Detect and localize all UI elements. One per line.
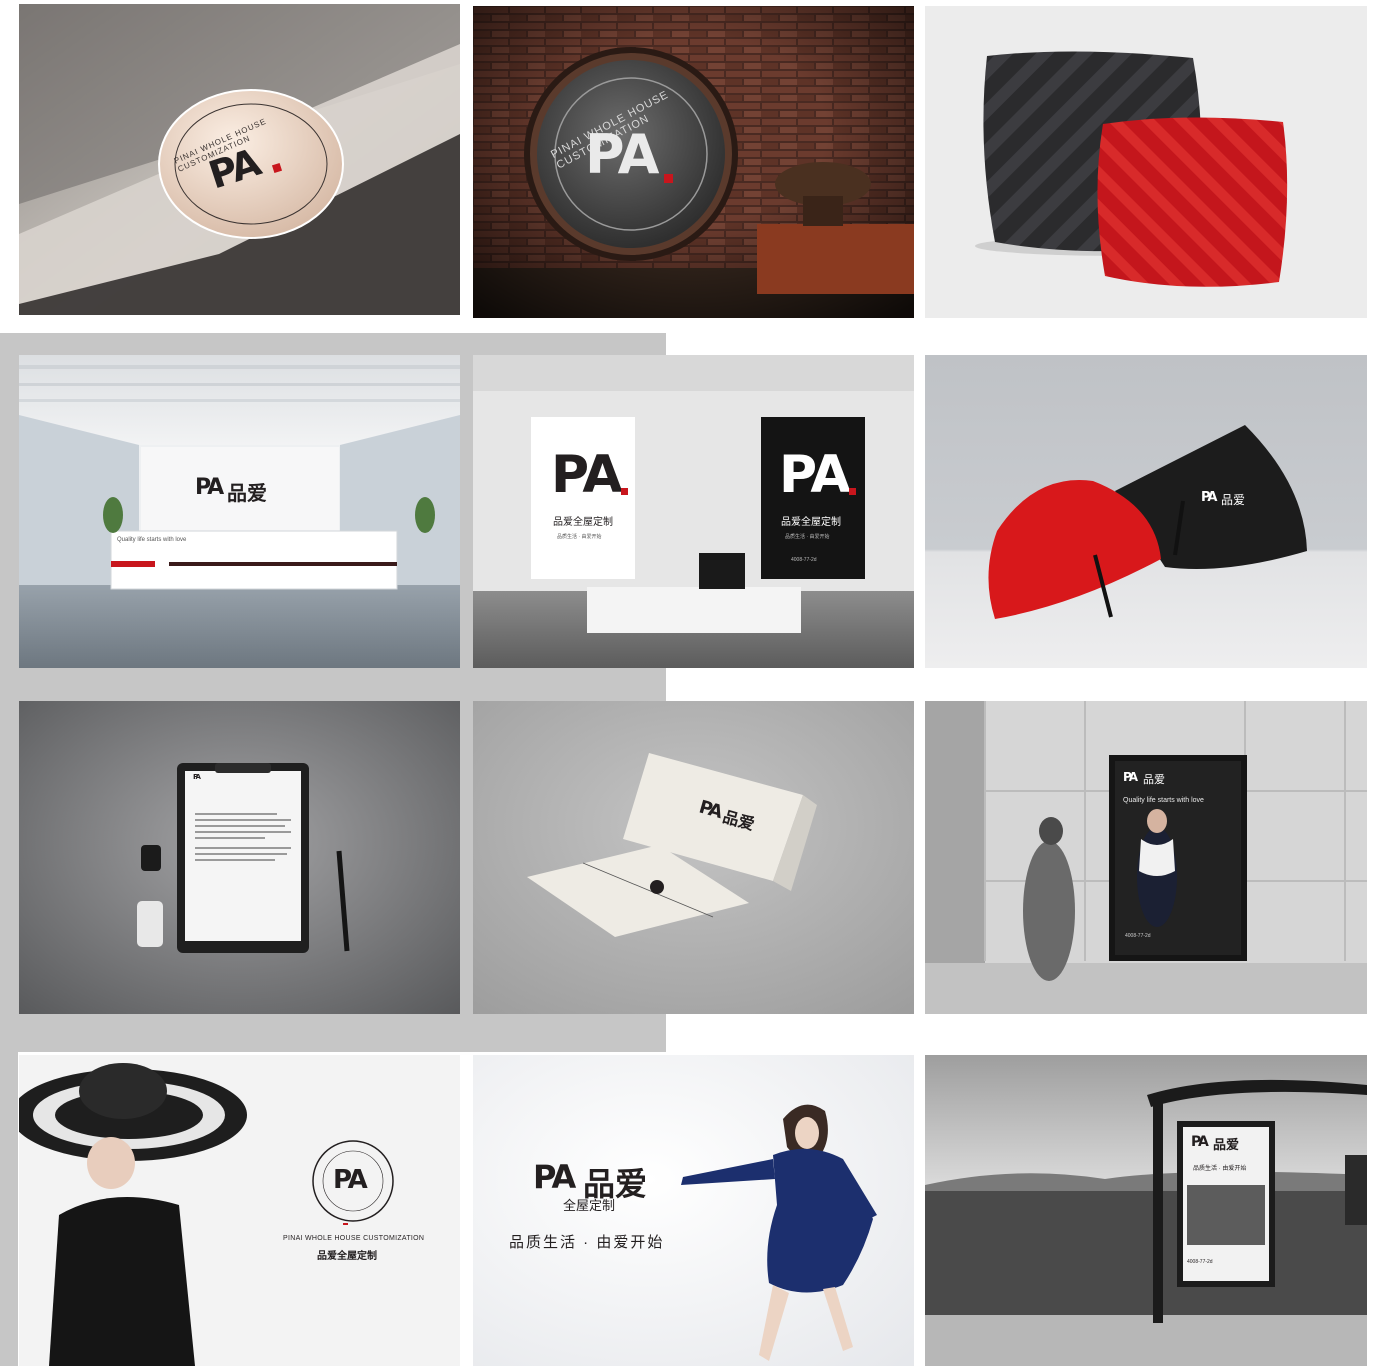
tile-paper-sticker: PINAI WHOLE HOUSE CUSTOMIZATION PA	[19, 4, 460, 315]
dress-ad-slogan: 品质生活 · 由爱开始	[509, 1234, 665, 1251]
office-poster-black-title: 品爱全屋定制	[781, 517, 841, 528]
hat-ad-logo-square	[343, 1223, 348, 1225]
street-poster-logo-name: 品爱	[1143, 774, 1165, 786]
tile-office-posters: PA 品爱全屋定制 品质生活 · 由爱开始 PA 品爱全屋定制 品质生活 · 由…	[473, 355, 914, 668]
shelter-phone: 4008-77-2d	[1187, 1259, 1213, 1265]
tile-umbrellas: PA 品爱	[925, 355, 1367, 668]
tile-brick-wall-sign: PINAI WHOLE HOUSE CUSTOMIZATION PA	[473, 6, 914, 318]
tile-hat-ad: PA PINAI WHOLE HOUSE CUSTOMIZATION 品爱全屋定…	[19, 1055, 460, 1366]
street-poster-phone: 4008-77-2d	[1125, 933, 1151, 939]
dress-ad-logo-mark: PA	[533, 1158, 576, 1196]
office-poster-white-slogan: 品质生活 · 由爱开始	[557, 534, 602, 540]
shelter-logo-mark: PA	[1191, 1134, 1209, 1150]
street-poster-tagline: Quality life starts with love	[1123, 797, 1204, 804]
street-poster-logo-mark: PA	[1123, 770, 1138, 784]
reception-logo-mark: PA	[195, 475, 224, 500]
office-poster-black-phone: 4008-77-2d	[791, 557, 817, 563]
tile-clipboard: PA	[19, 701, 460, 1014]
office-poster-black-slogan: 品质生活 · 由爱开始	[785, 534, 830, 540]
tile-cushions	[925, 6, 1367, 318]
office-poster-white-mark: PA	[551, 445, 623, 505]
umbrella-logo-mark: PA	[1201, 490, 1217, 505]
reception-logo-name: 品爱	[227, 483, 267, 505]
hat-ad-full-name: 品爱全屋定制	[317, 1251, 377, 1262]
sign-logo-mark: PA	[585, 123, 659, 186]
office-poster-black-mark: PA	[779, 445, 851, 505]
tile-business-cards: PA 品爱	[473, 701, 914, 1014]
dress-ad-sub: 全屋定制	[563, 1198, 616, 1213]
tile-reception: PA 品爱 Quality life starts with love	[19, 355, 460, 668]
tile-bus-shelter: PA 品爱 品质生活 · 由爱开始 4008-77-2d	[925, 1055, 1367, 1366]
office-poster-black-square	[849, 488, 856, 495]
tile-dress-ad: PA 品爱 全屋定制 品质生活 · 由爱开始	[473, 1055, 914, 1366]
hat-ad-ring-text: PINAI WHOLE HOUSE CUSTOMIZATION	[283, 1235, 425, 1242]
shelter-logo-name: 品爱	[1213, 1137, 1240, 1152]
letterhead-logo-mark: PA	[193, 773, 201, 781]
reception-tagline: Quality life starts with love	[117, 537, 187, 543]
office-poster-white-title: 品爱全屋定制	[553, 517, 613, 528]
umbrella-logo-name: 品爱	[1221, 493, 1246, 507]
office-poster-white-square	[621, 488, 628, 495]
hat-ad-logo-mark: PA	[333, 1165, 368, 1195]
tile-street-poster: PA 品爱 Quality life starts with love 4008…	[925, 701, 1367, 1014]
sign-logo-red-square	[664, 174, 673, 183]
shelter-slogan: 品质生活 · 由爱开始	[1193, 1166, 1247, 1172]
